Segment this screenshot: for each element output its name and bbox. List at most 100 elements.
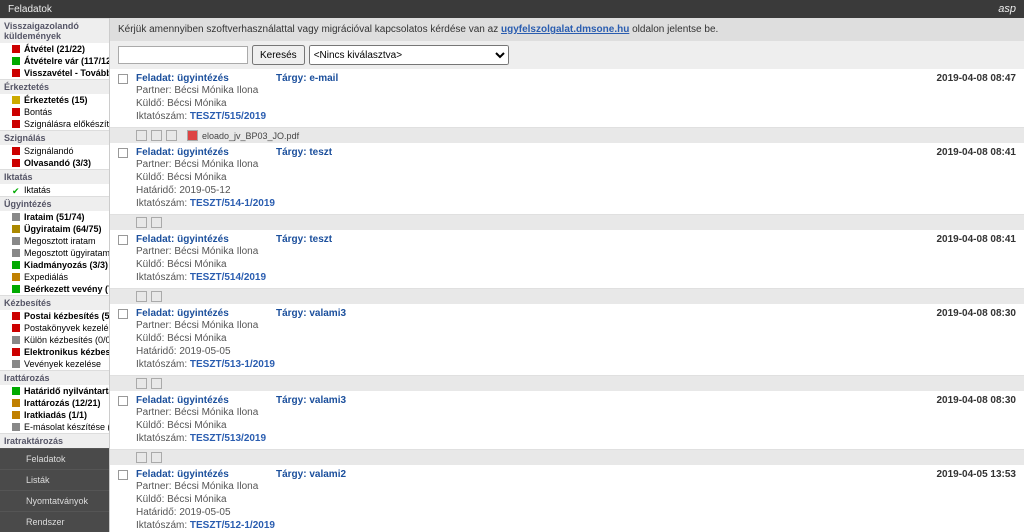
- sidebar-group-header: Kézbesítés: [0, 295, 109, 310]
- sidebar-item-icon: [12, 348, 20, 356]
- task-item[interactable]: Feladat: ügyintézésTárgy: teszt2019-04-0…: [110, 143, 1024, 215]
- task-date: 2019-04-08 08:30: [936, 308, 1016, 319]
- sidebar-item[interactable]: Postakönyvek kezelése: [0, 322, 109, 334]
- sidebar-item[interactable]: Szignálandó: [0, 145, 109, 157]
- sidebar-item[interactable]: Külön kézbesítés (0/0): [0, 334, 109, 346]
- bottom-nav: FeladatokListákNyomtatványokRendszer: [0, 448, 109, 532]
- action-icon[interactable]: [136, 291, 147, 302]
- task-type: Feladat: ügyintézés: [136, 73, 276, 84]
- task-item[interactable]: Feladat: ügyintézésTárgy: valami32019-04…: [110, 304, 1024, 376]
- sidebar-item[interactable]: Olvasandó (3/3): [0, 157, 109, 169]
- task-subject: Tárgy: valami2: [276, 469, 936, 480]
- nav-row[interactable]: Nyomtatványok: [0, 490, 109, 511]
- task-checkbox[interactable]: [118, 396, 128, 406]
- pdf-icon: [187, 130, 198, 141]
- action-icon[interactable]: [151, 291, 162, 302]
- iktato-link[interactable]: TESZT/513/2019: [190, 433, 266, 444]
- sidebar-item[interactable]: Határidő nyilvántartás (4/4): [0, 385, 109, 397]
- sidebar-item-icon: [12, 159, 20, 167]
- sidebar-item[interactable]: Expediálás: [0, 271, 109, 283]
- brand-logo: asp: [998, 3, 1016, 15]
- notice-link[interactable]: ugyfelszolgalat.dmsone.hu: [501, 24, 629, 35]
- nav-row[interactable]: Rendszer: [0, 511, 109, 532]
- task-checkbox[interactable]: [118, 148, 128, 158]
- sidebar-group-header: Szignálás: [0, 130, 109, 145]
- search-input[interactable]: [118, 46, 248, 64]
- task-checkbox[interactable]: [118, 235, 128, 245]
- sidebar-item[interactable]: Elektronikus kézbesítés (2/2): [0, 346, 109, 358]
- sidebar-item-icon: [12, 120, 20, 128]
- nav-icon: [10, 517, 20, 527]
- sidebar-item[interactable]: Irattározás (12/21): [0, 397, 109, 409]
- nav-row[interactable]: Listák: [0, 469, 109, 490]
- action-icon[interactable]: [136, 217, 147, 228]
- nav-row[interactable]: Feladatok: [0, 448, 109, 469]
- sidebar-item-icon: [12, 411, 20, 419]
- sidebar-item[interactable]: Ügyirataim (64/75): [0, 223, 109, 235]
- task-checkbox[interactable]: [118, 470, 128, 480]
- sidebar-item[interactable]: Visszavétel - Továbbküldés (2: [0, 67, 109, 79]
- sidebar-item[interactable]: Kiadmányozás (3/3): [0, 259, 109, 271]
- attachment-name[interactable]: eloado_jv_BP03_JO.pdf: [187, 130, 299, 141]
- sidebar-item-icon: ✔: [12, 186, 20, 194]
- action-icon[interactable]: [136, 130, 147, 141]
- sidebar-group-header: Iktatás: [0, 169, 109, 184]
- sidebar-item[interactable]: Iratkiadás (1/1): [0, 409, 109, 421]
- sidebar-item[interactable]: Átvételre vár (117/125): [0, 55, 109, 67]
- sidebar-item[interactable]: Szignálásra előkészítés: [0, 118, 109, 130]
- action-icon[interactable]: [136, 452, 147, 463]
- iktato-link[interactable]: TESZT/514-1/2019: [190, 198, 275, 209]
- task-type: Feladat: ügyintézés: [136, 469, 276, 480]
- sidebar-item-icon: [12, 261, 20, 269]
- sidebar-item-icon: [12, 360, 20, 368]
- iktato-link[interactable]: TESZT/513-1/2019: [190, 359, 275, 370]
- sidebar-item-icon: [12, 399, 20, 407]
- sidebar-item[interactable]: Bontás: [0, 106, 109, 118]
- sidebar-item-icon: [12, 336, 20, 344]
- sidebar-item[interactable]: E-másolat készítése (0/0): [0, 421, 109, 433]
- task-item[interactable]: Feladat: ügyintézésTárgy: valami22019-04…: [110, 465, 1024, 532]
- action-icon[interactable]: [151, 452, 162, 463]
- task-item[interactable]: Feladat: ügyintézésTárgy: teszt2019-04-0…: [110, 230, 1024, 289]
- sidebar: Visszaigazolandó küldeményekÁtvétel (21/…: [0, 18, 110, 532]
- sidebar-item[interactable]: Beérkezett vevény (7): [0, 283, 109, 295]
- action-icon[interactable]: [136, 378, 147, 389]
- task-date: 2019-04-08 08:41: [936, 234, 1016, 245]
- sidebar-group-header: Ügyintézés: [0, 196, 109, 211]
- sidebar-item[interactable]: Irataim (51/74): [0, 211, 109, 223]
- sidebar-item[interactable]: Átvétel (21/22): [0, 43, 109, 55]
- sidebar-item[interactable]: Érkeztetés (15): [0, 94, 109, 106]
- sidebar-item[interactable]: Postai kézbesítés (5/5): [0, 310, 109, 322]
- iktato-link[interactable]: TESZT/515/2019: [190, 111, 266, 122]
- task-checkbox[interactable]: [118, 309, 128, 319]
- sidebar-group-header: Érkeztetés: [0, 79, 109, 94]
- task-item[interactable]: Feladat: ügyintézésTárgy: e-mail2019-04-…: [110, 69, 1024, 128]
- sidebar-item-icon: [12, 312, 20, 320]
- sidebar-item[interactable]: ✔Iktatás: [0, 184, 109, 196]
- action-icon[interactable]: [151, 378, 162, 389]
- task-subject: Tárgy: e-mail: [276, 73, 936, 84]
- sidebar-item-icon: [12, 45, 20, 53]
- action-icon[interactable]: [151, 130, 162, 141]
- search-bar: Keresés <Nincs kiválasztva>: [110, 41, 1024, 69]
- iktato-link[interactable]: TESZT/514/2019: [190, 272, 266, 283]
- search-button[interactable]: Keresés: [252, 45, 305, 65]
- sidebar-item[interactable]: Megosztott ügyiratam: [0, 247, 109, 259]
- nav-icon: [10, 496, 20, 506]
- iktato-link[interactable]: TESZT/512-1/2019: [190, 520, 275, 531]
- task-actions-row: [110, 289, 1024, 304]
- task-checkbox[interactable]: [118, 74, 128, 84]
- task-subject: Tárgy: valami3: [276, 308, 936, 319]
- task-date: 2019-04-08 08:30: [936, 395, 1016, 406]
- sidebar-item[interactable]: Megosztott iratam: [0, 235, 109, 247]
- topbar: Feladatok asp: [0, 0, 1024, 18]
- task-type: Feladat: ügyintézés: [136, 234, 276, 245]
- sidebar-group-header: Iratraktározás: [0, 433, 109, 448]
- sidebar-item-icon: [12, 147, 20, 155]
- attachment-icon[interactable]: [166, 130, 177, 141]
- filter-select[interactable]: <Nincs kiválasztva>: [309, 45, 509, 65]
- sidebar-item[interactable]: Vevények kezelése: [0, 358, 109, 370]
- action-icon[interactable]: [151, 217, 162, 228]
- task-subject: Tárgy: teszt: [276, 147, 936, 158]
- task-item[interactable]: Feladat: ügyintézésTárgy: valami32019-04…: [110, 391, 1024, 450]
